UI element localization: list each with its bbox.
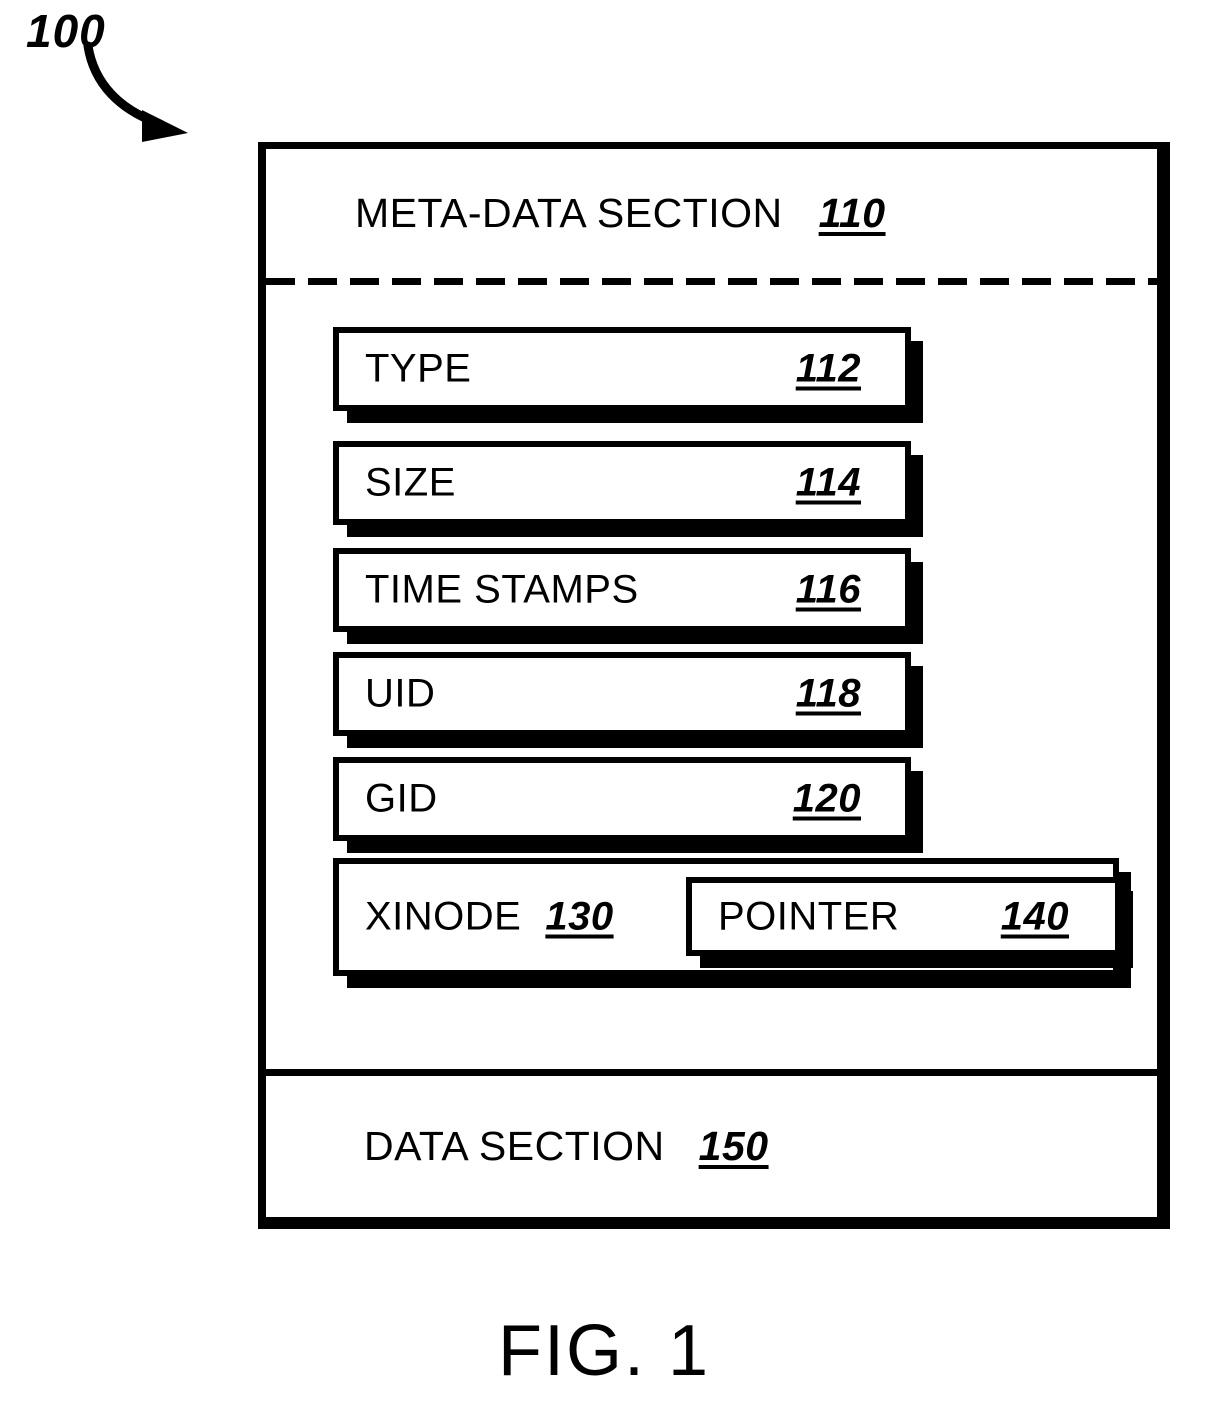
data-section-label: DATA SECTION [364,1123,665,1169]
field-row-type: TYPE 112 [365,347,883,392]
meta-data-section-ref: 110 [818,190,886,236]
field-row-pointer: POINTER 140 [718,894,1093,939]
field-label-size: SIZE [365,460,456,505]
field-ref-gid: 120 [792,776,861,821]
data-section-ref: 150 [698,1123,769,1169]
data-section-band: DATA SECTION 150 [266,1076,1157,1217]
data-section-title: DATA SECTION 150 [364,1123,769,1170]
field-ref-xinode: 130 [545,894,614,939]
field-label-type: TYPE [365,346,472,391]
field-row-uid: UID 118 [365,672,883,717]
field-ref-pointer: 140 [1000,894,1069,938]
field-box-gid: GID 120 [333,757,911,841]
meta-data-section-title: META-DATA SECTION 110 [355,190,886,237]
field-box-pointer: POINTER 140 [686,877,1121,956]
field-row-xinode: XINODE 130 [365,895,614,940]
field-label-gid: GID [365,776,438,821]
field-label-xinode: XINODE [365,894,522,939]
dashed-divider [266,278,1157,285]
field-box-uid: UID 118 [333,652,911,736]
field-row-gid: GID 120 [365,777,883,822]
field-ref-size: 114 [795,460,861,505]
leader-arrow-icon [83,41,188,142]
field-box-xinode: XINODE 130 POINTER 140 [333,858,1121,976]
field-box-type: TYPE 112 [333,327,911,411]
meta-data-section-header: META-DATA SECTION 110 [266,149,1157,278]
meta-data-section-label: META-DATA SECTION [355,190,783,236]
inode-structure-box: META-DATA SECTION 110 TYPE 112 SIZE 114 … [258,142,1170,1229]
field-row-size: SIZE 114 [365,461,883,506]
solid-divider [266,1069,1157,1076]
field-ref-time-stamps: 116 [795,567,861,612]
figure-caption: FIG. 1 [497,1311,711,1391]
field-label-time-stamps: TIME STAMPS [365,567,639,612]
field-label-uid: UID [365,671,436,716]
field-box-time-stamps: TIME STAMPS 116 [333,548,911,632]
field-ref-type: 112 [795,346,861,391]
field-label-pointer: POINTER [718,894,900,938]
field-row-time-stamps: TIME STAMPS 116 [365,568,883,613]
field-box-size: SIZE 114 [333,441,911,525]
field-ref-uid: 118 [795,671,861,716]
